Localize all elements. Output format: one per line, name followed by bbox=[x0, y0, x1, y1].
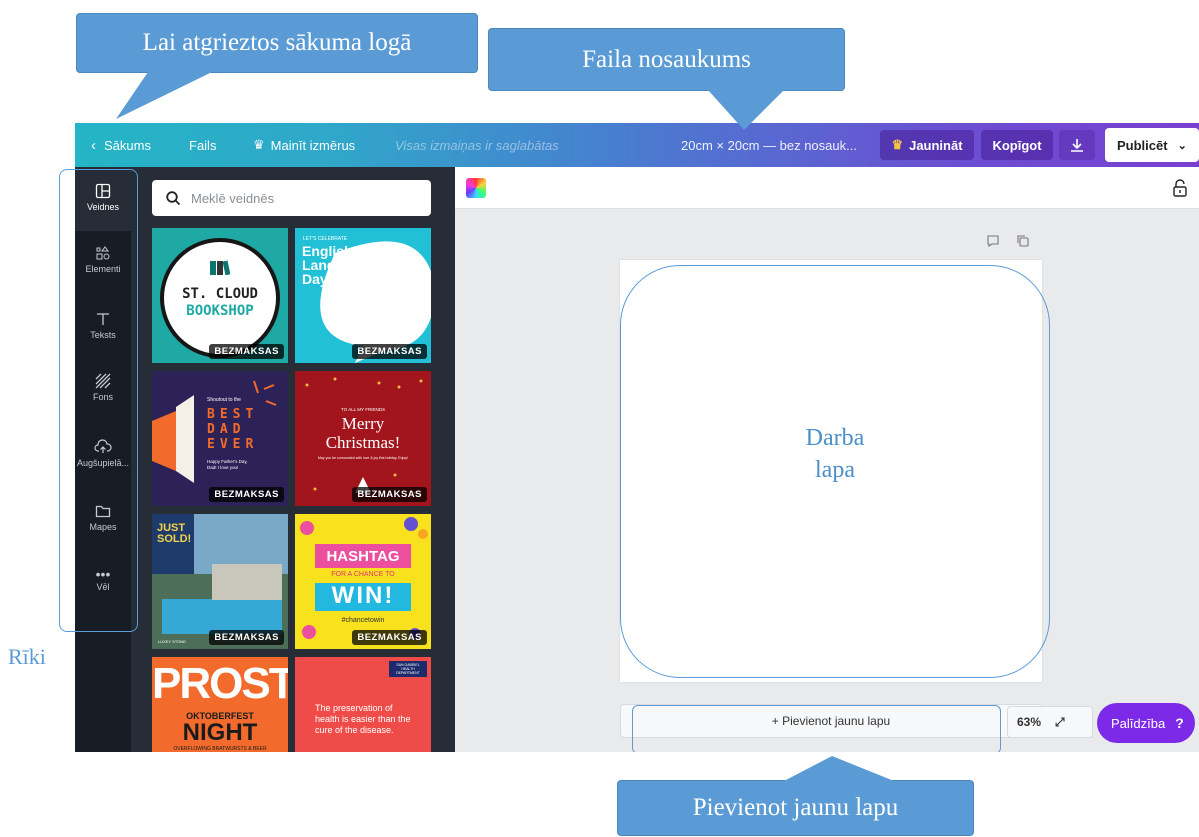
zoom-control[interactable]: 63% ⤢ bbox=[1007, 706, 1093, 738]
duplicate-page-icon[interactable] bbox=[1016, 234, 1030, 248]
template-body: Happy Father's Day, Dad! I love you! bbox=[207, 459, 248, 470]
search-icon bbox=[166, 190, 181, 205]
canvas-area: Darba lapa + Pievienot jaunu lapu 63% ⤢ … bbox=[455, 167, 1199, 752]
template-card[interactable]: PROST! OKTOBERFEST NIGHT OVERFLOWING BRA… bbox=[152, 657, 288, 752]
template-title: BEST DAD EVER bbox=[207, 407, 259, 452]
free-badge: BEZMAKSAS bbox=[209, 487, 284, 502]
template-body: May you be surrounded with love & joy th… bbox=[317, 456, 408, 460]
template-card[interactable]: TO ALL MY FRIENDS Merry Christmas! May y… bbox=[295, 371, 431, 506]
canvas-toolbar bbox=[455, 167, 1199, 209]
help-icon: ? bbox=[1175, 715, 1184, 731]
template-body: The preservation of health is easier tha… bbox=[315, 703, 411, 735]
template-subtitle: FOR A CHANCE TO bbox=[331, 571, 395, 578]
template-card[interactable]: Shoutout to the BEST DAD EVER Happy Fath… bbox=[152, 371, 288, 506]
free-badge: BEZMAKSAS bbox=[352, 344, 427, 359]
chevron-down-icon: ⌄ bbox=[1177, 139, 1187, 152]
download-button[interactable] bbox=[1059, 130, 1095, 160]
tools-annotation: Rīki bbox=[8, 644, 46, 669]
help-button[interactable]: Palīdzība ? bbox=[1097, 703, 1195, 743]
file-name-callout: Faila nosaukums bbox=[488, 28, 845, 91]
template-big: WIN! bbox=[331, 582, 395, 609]
canva-editor: ‹ Sākums Fails ♛ Mainīt izmērus Visas iz… bbox=[75, 123, 1199, 752]
work-page-annotation: Darba lapa bbox=[805, 425, 865, 483]
add-page-callout: Pievienot jaunu lapu bbox=[617, 780, 974, 836]
chevron-left-icon: ‹ bbox=[91, 136, 96, 154]
template-title: JUST SOLD! bbox=[157, 522, 192, 545]
template-title: ST. CLOUD BOOKSHOP bbox=[182, 286, 258, 319]
template-title: HASHTAG bbox=[326, 548, 400, 565]
free-badge: BEZMAKSAS bbox=[352, 630, 427, 645]
template-hashtag: #chancetowin bbox=[341, 617, 385, 624]
file-menu-button[interactable]: Fails bbox=[189, 123, 216, 167]
template-title: English Language Day bbox=[302, 243, 369, 287]
comment-icon[interactable] bbox=[986, 234, 1000, 248]
template-footer: OVERFLOWING BRATWURSTS & BEER bbox=[173, 746, 267, 752]
free-badge: BEZMAKSAS bbox=[352, 487, 427, 502]
template-title: PROST! bbox=[152, 659, 288, 708]
template-card[interactable]: SAN GABRIEL HEALTH DEPARTMENT The preser… bbox=[295, 657, 431, 752]
template-card[interactable]: ST. CLOUD BOOKSHOP BEZMAKSAS bbox=[152, 228, 288, 363]
tools-highlight bbox=[59, 169, 138, 632]
template-big: NIGHT bbox=[182, 719, 258, 746]
expand-icon[interactable]: ⤢ bbox=[1055, 715, 1065, 730]
save-status: Visas izmaiņas ir saglabātas bbox=[395, 137, 559, 153]
template-kicker: TO ALL MY FRIENDS bbox=[341, 407, 385, 412]
template-card[interactable]: LET'S CELEBRATE English Language Day BEZ… bbox=[295, 228, 431, 363]
home-button[interactable]: ‹ Sākums bbox=[91, 123, 151, 167]
unlock-icon[interactable] bbox=[1172, 179, 1188, 197]
template-logo: SAN GABRIEL HEALTH DEPARTMENT bbox=[389, 661, 427, 677]
free-badge: BEZMAKSAS bbox=[209, 630, 284, 645]
callout-pointer bbox=[116, 72, 212, 119]
template-kicker: Shoutout to the bbox=[207, 397, 241, 403]
templates-panel: Meklē veidnēs ST. CLOUD BOOKSHOP BEZMAKS… bbox=[131, 167, 455, 752]
template-title: Merry Christmas! bbox=[325, 414, 401, 452]
resize-button[interactable]: ♛ Mainīt izmērus bbox=[253, 123, 355, 167]
callout-pointer bbox=[784, 756, 894, 781]
upgrade-button[interactable]: ♛ Jaunināt bbox=[880, 130, 974, 160]
back-home-callout: Lai atgrieztos sākuma logā bbox=[76, 13, 478, 73]
download-icon bbox=[1071, 139, 1083, 152]
crown-icon: ♛ bbox=[253, 137, 265, 152]
publish-button[interactable]: Publicēt ⌄ bbox=[1105, 128, 1199, 162]
template-search-input[interactable]: Meklē veidnēs bbox=[152, 180, 431, 216]
color-picker-button[interactable] bbox=[466, 178, 486, 198]
callout-pointer bbox=[708, 90, 784, 130]
add-page-highlight bbox=[632, 705, 1001, 752]
top-toolbar: ‹ Sākums Fails ♛ Mainīt izmērus Visas iz… bbox=[75, 123, 1199, 167]
template-footer: LUXEY STONE bbox=[158, 639, 186, 644]
crown-icon: ♛ bbox=[891, 137, 904, 152]
share-button[interactable]: Kopīgot bbox=[981, 130, 1053, 160]
template-card[interactable]: HASHTAG FOR A CHANCE TO WIN! #chancetowi… bbox=[295, 514, 431, 649]
template-card[interactable]: JUST SOLD! LUXEY STONE BEZMAKSAS bbox=[152, 514, 288, 649]
free-badge: BEZMAKSAS bbox=[209, 344, 284, 359]
template-kicker: LET'S CELEBRATE bbox=[303, 236, 348, 242]
